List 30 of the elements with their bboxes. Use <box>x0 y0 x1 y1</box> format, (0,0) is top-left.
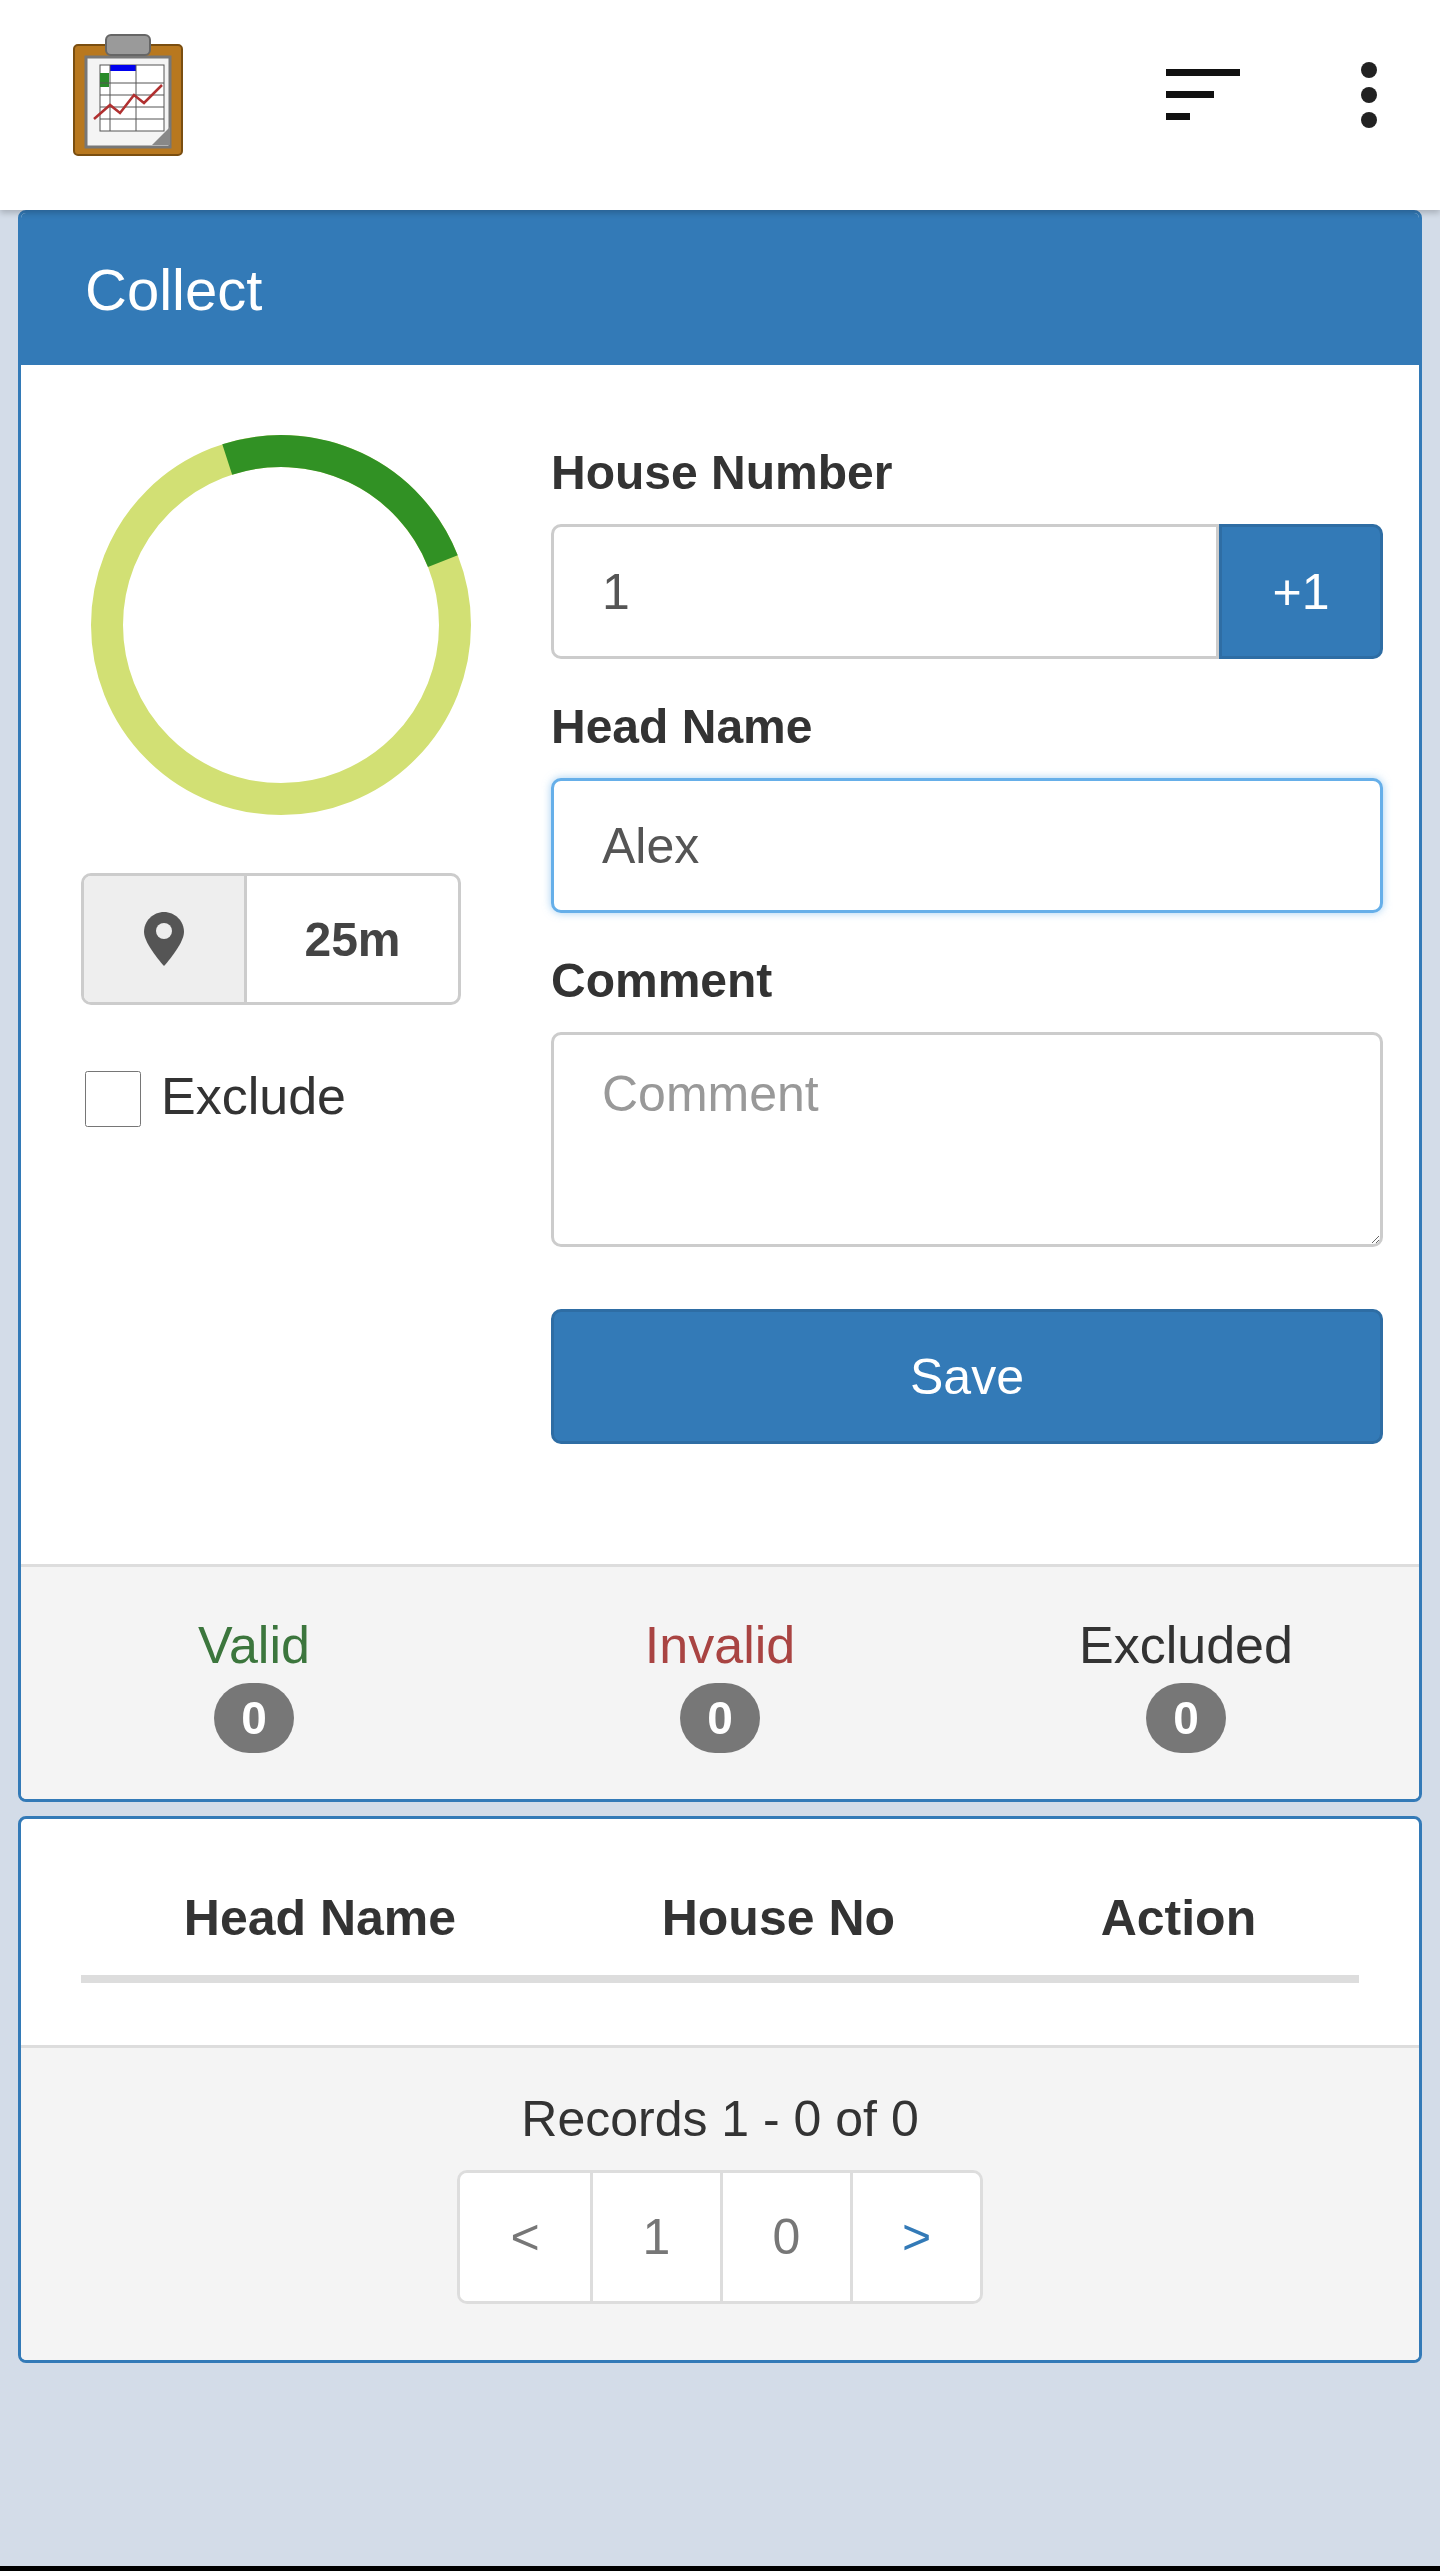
map-pin-icon <box>144 912 184 966</box>
next-page-button[interactable]: > <box>850 2173 980 2301</box>
comment-field[interactable]: Comment <box>551 1032 1383 1247</box>
save-button[interactable]: Save <box>551 1309 1383 1444</box>
stat-label: Valid <box>198 1615 310 1675</box>
exclude-label: Exclude <box>161 1066 346 1126</box>
exclude-checkbox[interactable] <box>85 1071 141 1127</box>
page-button[interactable]: 1 <box>590 2173 720 2301</box>
accuracy-value: 25m <box>303 911 402 968</box>
page-button[interactable]: 0 <box>720 2173 850 2301</box>
stat-label: Excluded <box>1079 1615 1293 1675</box>
panel-title: Collect <box>85 255 263 323</box>
stat-label: Invalid <box>644 1615 796 1675</box>
sort-icon[interactable] <box>1166 69 1240 121</box>
records-count: Records 1 - 0 of 0 <box>521 2090 919 2148</box>
clipboard-chart-icon[interactable] <box>72 33 184 157</box>
column-header: Action <box>1099 1889 1258 1947</box>
field-label: House Number <box>551 445 894 500</box>
column-header: House No <box>660 1889 897 1947</box>
column-header: Head Name <box>182 1889 458 1947</box>
count-badge: 0 <box>214 1683 294 1753</box>
field-label: Comment <box>551 953 774 1008</box>
increment-button[interactable]: +1 <box>1219 524 1383 659</box>
more-options-icon[interactable] <box>1360 62 1378 128</box>
count-badge: 0 <box>680 1683 760 1753</box>
house-number-field[interactable]: 1 <box>551 524 1219 659</box>
head-name-field[interactable]: Alex <box>551 778 1383 913</box>
count-badge: 0 <box>1146 1683 1226 1753</box>
field-label: Head Name <box>551 699 814 754</box>
previous-page-button[interactable]: < <box>460 2173 590 2301</box>
